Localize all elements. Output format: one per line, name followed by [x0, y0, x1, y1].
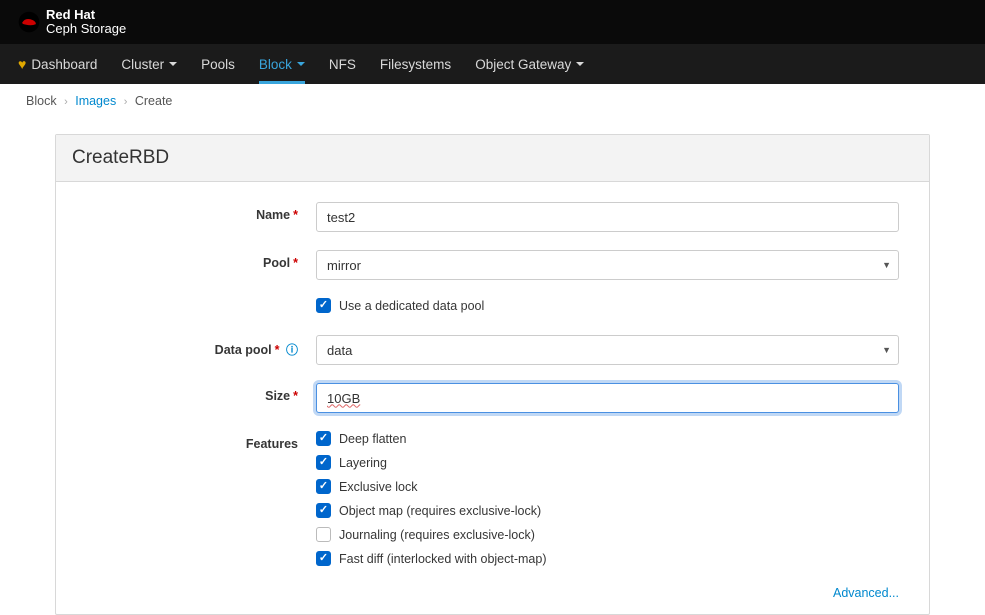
- feature-label: Journaling (requires exclusive-lock): [339, 528, 535, 542]
- breadcrumb-link-images[interactable]: Images: [75, 94, 116, 108]
- size-input[interactable]: 10GB: [316, 383, 899, 413]
- brand-logo: Red Hat Ceph Storage: [18, 8, 126, 37]
- feature-label: Exclusive lock: [339, 480, 418, 494]
- brand-text: Red Hat Ceph Storage: [46, 8, 126, 37]
- nav-cluster[interactable]: Cluster: [121, 44, 177, 84]
- pool-select[interactable]: [316, 250, 899, 280]
- nav-label: Filesystems: [380, 57, 451, 72]
- nav-label: Block: [259, 57, 292, 72]
- advanced-row: Advanced...: [86, 585, 899, 600]
- chevron-right-icon: ›: [124, 96, 128, 108]
- feature-label: Layering: [339, 456, 387, 470]
- help-icon[interactable]: ⓘ: [286, 343, 298, 357]
- advanced-link[interactable]: Advanced...: [833, 586, 899, 600]
- nav-nfs[interactable]: NFS: [329, 44, 356, 84]
- nav-label: Object Gateway: [475, 57, 571, 72]
- breadcrumb: Block › Images › Create: [0, 84, 985, 118]
- label-pool: Pool*: [86, 250, 316, 270]
- form-card: CreateRBD Name* Pool*: [55, 134, 930, 615]
- nav-label: Dashboard: [31, 57, 97, 72]
- health-icon: ♥: [18, 56, 26, 72]
- row-features: Features Deep flatten Layering Exclusive…: [86, 431, 899, 575]
- nav-label: Cluster: [121, 57, 164, 72]
- name-input[interactable]: [316, 202, 899, 232]
- feature-fast-diff-checkbox[interactable]: [316, 551, 331, 566]
- chevron-right-icon: ›: [64, 96, 68, 108]
- row-name: Name*: [86, 202, 899, 232]
- datapool-select[interactable]: [316, 335, 899, 365]
- label-name: Name*: [86, 202, 316, 222]
- nav-label: NFS: [329, 57, 356, 72]
- feature-deep-flatten-checkbox[interactable]: [316, 431, 331, 446]
- breadcrumb-item: Create: [135, 94, 173, 108]
- feature-object-map-checkbox[interactable]: [316, 503, 331, 518]
- feature-layering-checkbox[interactable]: [316, 455, 331, 470]
- chevron-down-icon: [576, 62, 584, 66]
- card-title: CreateRBD: [56, 135, 929, 182]
- feature-label: Fast diff (interlocked with object-map): [339, 552, 547, 566]
- nav-object-gateway[interactable]: Object Gateway: [475, 44, 584, 84]
- row-size: Size* 10GB: [86, 383, 899, 413]
- nav-block[interactable]: Block: [259, 44, 305, 84]
- label-size: Size*: [86, 383, 316, 403]
- row-pool: Pool*: [86, 250, 899, 280]
- redhat-icon: [18, 11, 40, 33]
- feature-label: Deep flatten: [339, 432, 406, 446]
- feature-label: Object map (requires exclusive-lock): [339, 504, 541, 518]
- card-body: Name* Pool* Use a dedicated d: [56, 182, 929, 614]
- row-dedicated: Use a dedicated data pool: [86, 298, 899, 321]
- nav-filesystems[interactable]: Filesystems: [380, 44, 451, 84]
- size-value: 10GB: [327, 391, 360, 406]
- row-datapool: Data pool* ⓘ: [86, 335, 899, 365]
- nav-pools[interactable]: Pools: [201, 44, 235, 84]
- brand-bar: Red Hat Ceph Storage: [0, 0, 985, 44]
- nav-bar: ♥ Dashboard Cluster Pools Block NFS File…: [0, 44, 985, 84]
- feature-journaling-checkbox[interactable]: [316, 527, 331, 542]
- dedicated-checkbox[interactable]: [316, 298, 331, 313]
- feature-exclusive-lock-checkbox[interactable]: [316, 479, 331, 494]
- nav-dashboard[interactable]: ♥ Dashboard: [18, 44, 97, 84]
- dedicated-label: Use a dedicated data pool: [339, 299, 484, 313]
- breadcrumb-item: Block: [26, 94, 57, 108]
- label-datapool: Data pool* ⓘ: [86, 335, 316, 358]
- label-features: Features: [86, 431, 316, 451]
- chevron-down-icon: [169, 62, 177, 66]
- chevron-down-icon: [297, 62, 305, 66]
- nav-label: Pools: [201, 57, 235, 72]
